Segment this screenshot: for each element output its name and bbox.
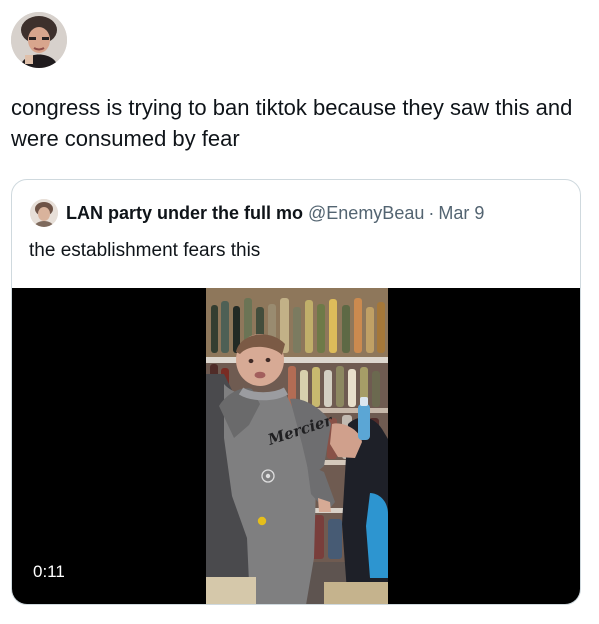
meta-separator: · [428, 202, 435, 223]
quoted-post-header: LAN party under the full mo @EnemyBeau ·… [30, 198, 484, 228]
video-frame[interactable]: Mercier [206, 288, 388, 604]
quoted-author-avatar[interactable] [30, 199, 58, 227]
quoted-date[interactable]: Mar 9 [438, 203, 484, 224]
quoted-author-avatar-image [30, 199, 58, 227]
quoted-post-card[interactable]: LAN party under the full mo @EnemyBeau ·… [11, 179, 581, 605]
author-avatar-image [11, 12, 67, 68]
video-player[interactable]: Mercier 0:11 [12, 288, 580, 604]
video-duration-badge: 0:11 [21, 555, 77, 589]
quoted-handle[interactable]: @EnemyBeau [308, 203, 424, 224]
author-avatar[interactable] [11, 12, 67, 68]
quoted-display-name[interactable]: LAN party under the full mo [66, 203, 303, 224]
quoted-post-text: the establishment fears this [29, 240, 261, 261]
post-text: congress is trying to ban tiktok because… [11, 95, 573, 151]
video-thumbnail: Mercier [206, 288, 388, 604]
